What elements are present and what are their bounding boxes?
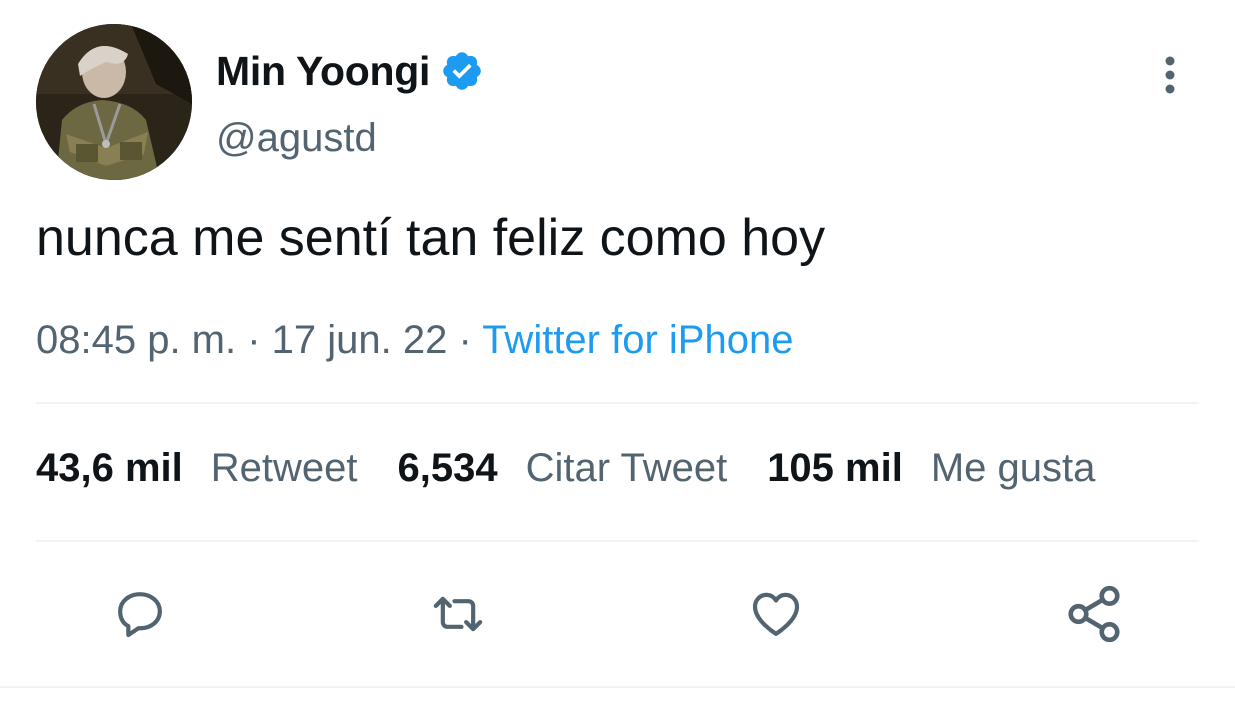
divider bbox=[36, 540, 1199, 542]
more-vertical-icon bbox=[1165, 56, 1175, 94]
like-count: 105 mil bbox=[767, 446, 903, 490]
author-handle[interactable]: @agustd bbox=[216, 116, 377, 161]
avatar[interactable] bbox=[36, 24, 192, 180]
share-button[interactable] bbox=[1062, 582, 1126, 646]
reply-button[interactable] bbox=[108, 582, 172, 646]
retweet-icon bbox=[433, 596, 483, 632]
retweet-stat[interactable]: 43,6 mil Retweet bbox=[36, 446, 358, 491]
tweet-text: nunca me sentí tan feliz como hoy bbox=[36, 209, 826, 267]
like-label: Me gusta bbox=[930, 446, 1096, 490]
quote-count: 6,534 bbox=[397, 446, 498, 490]
retweet-count: 43,6 mil bbox=[36, 446, 183, 490]
quote-stat[interactable]: 6,534 Citar Tweet bbox=[398, 446, 728, 491]
tweet-meta: 08:45 p. m. · 17 jun. 22 · Twitter for i… bbox=[36, 318, 793, 363]
comment-icon bbox=[118, 592, 162, 638]
heart-icon bbox=[752, 592, 800, 636]
quote-label: Citar Tweet bbox=[525, 446, 728, 490]
more-options-button[interactable] bbox=[1150, 52, 1190, 98]
retweet-label: Retweet bbox=[210, 446, 358, 490]
author-name-row[interactable]: Min Yoongi bbox=[216, 44, 484, 98]
share-icon bbox=[1068, 585, 1120, 643]
tweet-time[interactable]: 08:45 p. m. bbox=[36, 318, 236, 362]
tweet-date[interactable]: 17 jun. 22 bbox=[272, 318, 448, 362]
display-name[interactable]: Min Yoongi bbox=[216, 48, 430, 95]
verified-badge-icon bbox=[443, 52, 481, 90]
retweet-button[interactable] bbox=[426, 582, 490, 646]
avatar-photo bbox=[36, 24, 192, 180]
like-button[interactable] bbox=[744, 582, 808, 646]
divider bbox=[0, 686, 1235, 688]
divider bbox=[36, 402, 1199, 404]
meta-separator: · bbox=[447, 318, 483, 362]
meta-separator: · bbox=[236, 318, 272, 362]
tweet-detail: Min Yoongi @agustd nunca me sentí tan fe… bbox=[0, 0, 1235, 705]
tweet-source-link[interactable]: Twitter for iPhone bbox=[482, 318, 793, 362]
tweet-stats: 43,6 mil Retweet 6,534 Citar Tweet 105 m… bbox=[36, 446, 1095, 491]
like-stat[interactable]: 105 mil Me gusta bbox=[767, 446, 1095, 491]
